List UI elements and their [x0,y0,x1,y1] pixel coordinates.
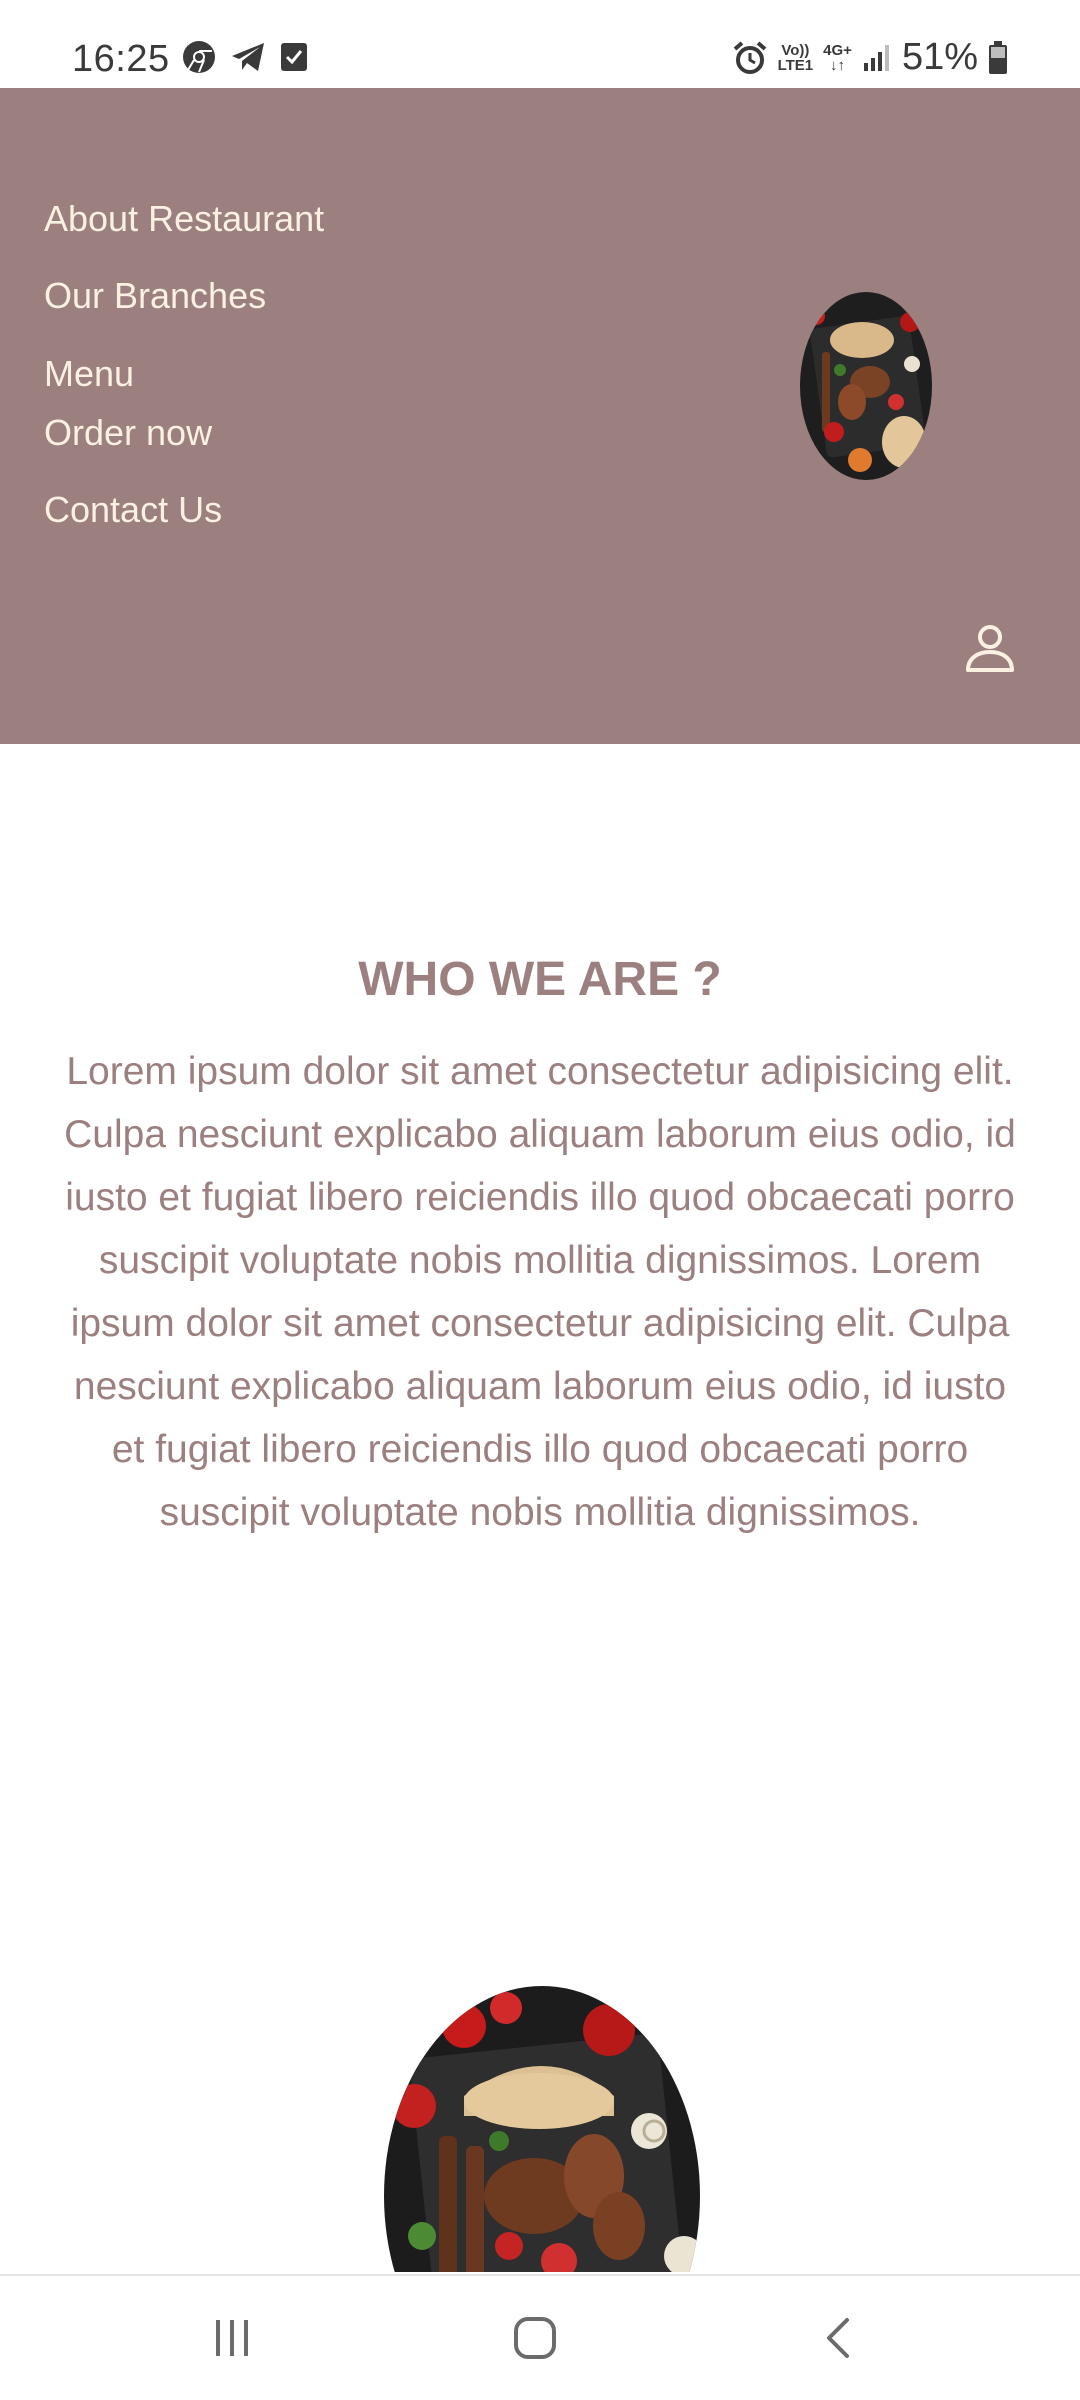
4g-icon: 4G+ ↓↑ [823,41,852,74]
header-nav-panel: About Restaurant Our Branches Menu Order… [0,88,1080,744]
food-image [384,1986,700,2272]
nav-item-our-branches[interactable]: Our Branches [44,275,266,317]
volte-icon: Vo)) LTE1 [777,41,814,74]
status-left-icons [182,40,308,74]
battery-percent: 51% [901,36,978,78]
nav-item-about-restaurant[interactable]: About Restaurant [44,198,324,240]
status-time: 16:25 [72,38,170,80]
back-icon[interactable] [798,2306,878,2370]
status-right: Vo)) LTE1 4G+ ↓↑ 51% [732,36,1008,79]
nav-item-order-now[interactable]: Order now [44,412,212,454]
system-nav-bar [0,2274,1080,2400]
food-platter-image [800,292,932,480]
restaurant-logo-image[interactable] [800,292,932,480]
food-image-container [384,1986,700,2272]
status-bar: 16:25 Vo)) LTE1 4G+ ↓↑ 51% [0,0,1080,88]
recents-icon[interactable] [192,2306,272,2370]
alarm-icon [733,40,766,74]
food-platter-image [384,1986,700,2272]
about-paragraph: Lorem ipsum dolor sit amet consectetur a… [64,1050,1016,1534]
user-icon[interactable] [962,620,1018,676]
battery-icon [989,40,1007,74]
chrome-icon [183,41,215,73]
checkbox-icon [281,43,307,71]
telegram-icon [232,43,264,71]
nav-item-contact-us[interactable]: Contact Us [44,489,222,531]
signal-icon [863,44,889,71]
home-icon[interactable] [495,2306,575,2370]
section-title: WHO WE ARE ? [358,953,722,1006]
nav-item-menu[interactable]: Menu [44,353,134,395]
